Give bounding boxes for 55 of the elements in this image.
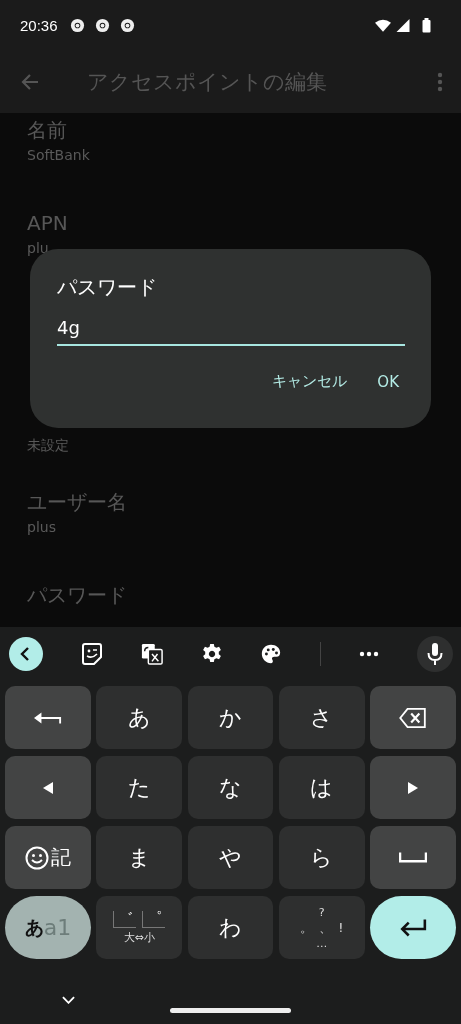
app-title: アクセスポイントの編集 xyxy=(87,68,328,96)
dialog-button[interactable]: OK xyxy=(369,366,407,397)
punctuation-key[interactable]: ? 。 、 ! … xyxy=(278,896,365,959)
key-label: … xyxy=(316,936,328,950)
key-label: ゛ xyxy=(113,910,137,928)
key-label: 記 xyxy=(50,844,71,871)
symbol-key[interactable]: 記 xyxy=(5,826,91,889)
key-label: 。 xyxy=(300,918,314,937)
enter-arrow-icon xyxy=(399,917,428,938)
key[interactable]: ら xyxy=(278,826,365,889)
key-label: ゜ xyxy=(142,910,166,928)
key-label: 大⇔小 xyxy=(123,929,155,945)
battery-icon xyxy=(422,17,431,33)
notification-icon xyxy=(69,17,85,33)
palette-icon[interactable] xyxy=(260,642,283,665)
dialog-title: パスワード xyxy=(57,274,157,301)
key[interactable]: か xyxy=(187,686,274,749)
key[interactable]: ま xyxy=(96,826,183,889)
key-label: あ xyxy=(24,914,44,940)
more-icon[interactable] xyxy=(359,650,380,657)
key[interactable]: は xyxy=(278,756,365,819)
delete-key[interactable] xyxy=(370,686,456,749)
backspace-icon xyxy=(399,707,428,728)
setting-value: plu xyxy=(27,239,50,258)
setting-value: 未設定 xyxy=(27,436,70,455)
setting-value: SoftBank xyxy=(27,146,91,165)
setting-value: plus xyxy=(27,518,57,537)
dialog-button[interactable]: キャンセル xyxy=(264,366,356,397)
key[interactable]: な xyxy=(187,756,274,819)
dakuten-key[interactable]: ゛ ゜ 大⇔小 xyxy=(96,896,183,959)
settings-icon[interactable] xyxy=(200,642,223,665)
collapse-button-icon[interactable] xyxy=(9,636,43,671)
left-triangle-icon xyxy=(42,781,53,794)
home-handle[interactable] xyxy=(170,1008,291,1013)
microphone-icon[interactable] xyxy=(416,635,453,672)
signal-icon xyxy=(395,18,411,32)
key[interactable]: や xyxy=(187,826,274,889)
sticker-icon[interactable] xyxy=(80,642,103,665)
status-time: 20:36 xyxy=(20,16,58,34)
chevron-down-icon[interactable] xyxy=(62,996,75,1004)
smiley-icon xyxy=(24,845,49,870)
notification-icon xyxy=(119,17,135,33)
translate-icon[interactable] xyxy=(140,642,163,665)
key[interactable]: た xyxy=(96,756,183,819)
key[interactable]: さ xyxy=(278,686,365,749)
key-label: ! xyxy=(338,918,344,937)
wifi-icon xyxy=(375,18,391,32)
right-triangle-icon xyxy=(408,781,419,794)
key-label: ? xyxy=(318,905,325,919)
space-key[interactable] xyxy=(370,826,456,889)
password-field[interactable]: 4g xyxy=(57,313,405,346)
key[interactable]: あ xyxy=(96,686,183,749)
key[interactable]: わ xyxy=(187,896,274,959)
key-label: 、 xyxy=(319,918,333,937)
notification-icon xyxy=(94,17,110,33)
